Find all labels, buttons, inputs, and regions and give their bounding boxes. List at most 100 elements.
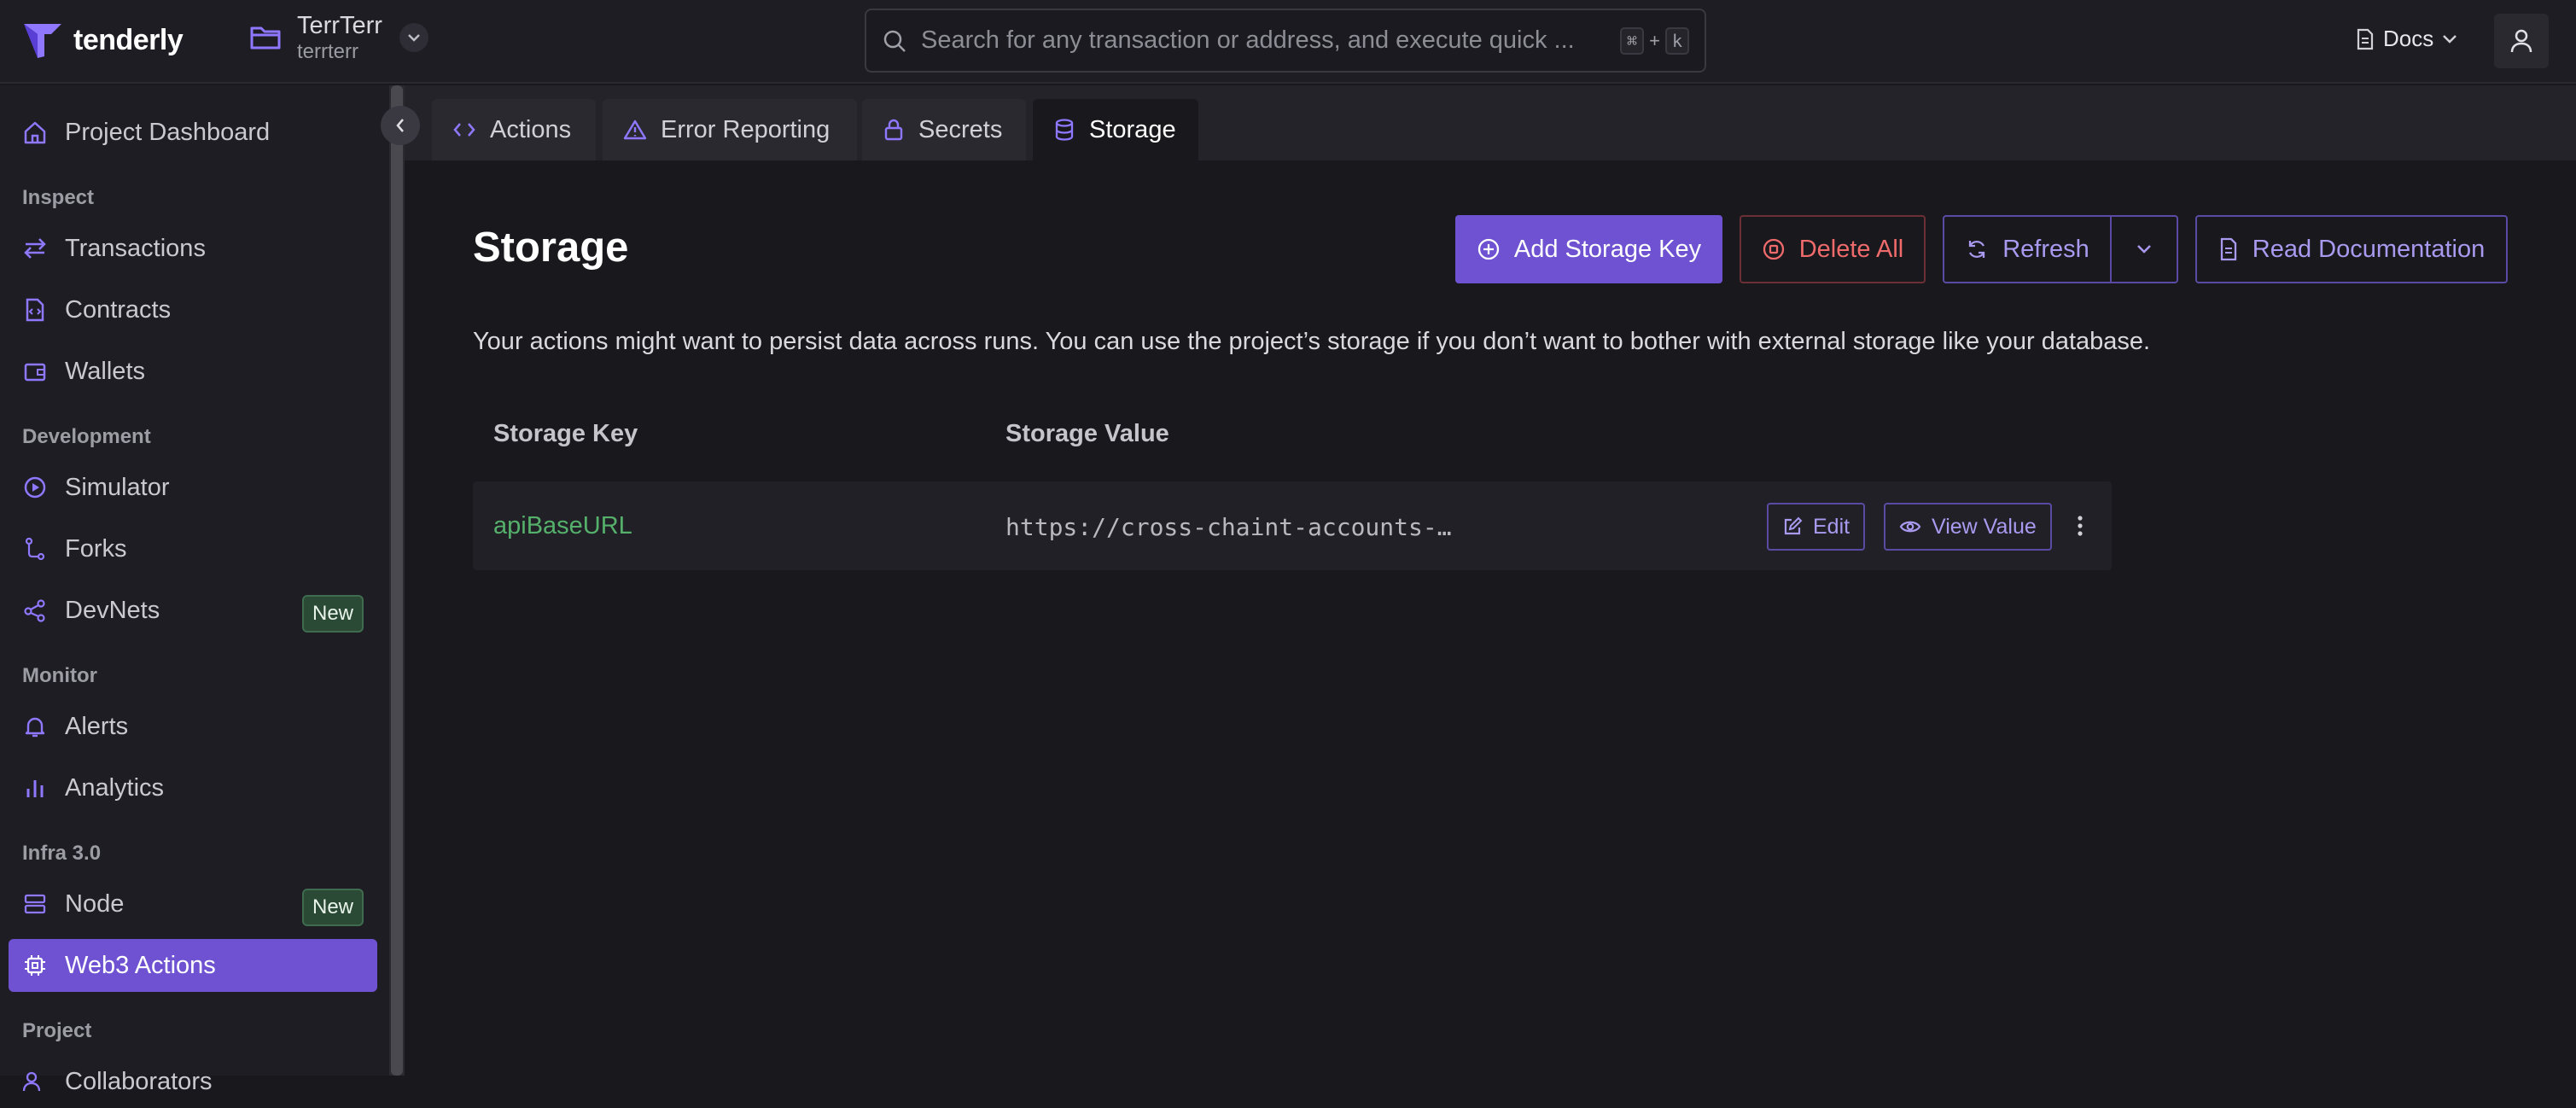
delete-all-label: Delete All (1798, 235, 1904, 263)
section-project: Project (22, 1019, 92, 1042)
docs-menu[interactable]: Docs (2356, 26, 2457, 52)
user-menu-button[interactable] (2494, 14, 2549, 68)
git-fork-icon (25, 537, 45, 561)
top-bar: tenderly TerrTerr terrterr Search for an… (0, 0, 2576, 84)
sidebar-item-web3-actions[interactable]: Web3 Actions (9, 939, 377, 992)
bell-icon (25, 717, 45, 738)
section-inspect: Inspect (22, 186, 95, 209)
tab-error-reporting[interactable]: Error Reporting (603, 99, 857, 160)
document-icon (2357, 28, 2374, 50)
edit-button[interactable]: Edit (1767, 503, 1866, 551)
refresh-options-button[interactable] (2110, 215, 2178, 283)
tab-storage[interactable]: Storage (1033, 99, 1198, 160)
page-description: Your actions might want to persist data … (473, 328, 2151, 355)
refresh-button[interactable]: Refresh (1943, 215, 2112, 283)
edit-label: Edit (1813, 514, 1850, 539)
new-badge: New (301, 595, 364, 633)
transfer-arrows-icon (24, 238, 46, 259)
search-input[interactable]: Search for any transaction or address, a… (865, 9, 1706, 73)
tab-secrets[interactable]: Secrets (862, 99, 1026, 160)
network-nodes-icon (24, 599, 45, 622)
new-badge: New (301, 889, 364, 926)
sidebar-scrollbar-thumb[interactable] (391, 85, 403, 1076)
sidebar-item-analytics[interactable]: Analytics (9, 761, 377, 814)
shortcut-plus: + (1649, 29, 1660, 51)
chevron-down-icon (2137, 245, 2151, 254)
section-infra: Infra 3.0 (22, 842, 102, 865)
chevron-down-icon[interactable] (399, 23, 428, 53)
server-icon (24, 894, 46, 914)
lock-icon (884, 119, 903, 141)
tab-actions[interactable]: Actions (432, 99, 596, 160)
refresh-icon (1969, 240, 1985, 259)
sidebar-item-simulator[interactable]: Simulator (9, 461, 377, 514)
sidebar-item-label: Project Dashboard (65, 118, 271, 146)
sidebar-item-alerts[interactable]: Alerts (9, 700, 377, 753)
code-brackets-icon (453, 123, 475, 137)
sidebar-item-label: Analytics (65, 773, 165, 802)
sidebar-item-label: Contracts (65, 295, 172, 324)
contract-file-icon (26, 298, 44, 322)
sidebar-item-forks[interactable]: Forks (9, 522, 377, 575)
page-title: Storage (473, 225, 629, 271)
search-placeholder: Search for any transaction or address, a… (921, 26, 1575, 54)
delete-all-button[interactable]: Delete All (1740, 215, 1926, 283)
search-icon (883, 30, 906, 52)
refresh-label: Refresh (2002, 235, 2089, 263)
sidebar-item-contracts[interactable]: Contracts (9, 283, 377, 336)
tenderly-logo[interactable]: tenderly (22, 20, 184, 60)
users-icon (22, 1071, 41, 1092)
column-header-storage-value: Storage Value (1005, 420, 1169, 447)
sidebar-item-transactions[interactable]: Transactions (9, 222, 377, 275)
project-slug: terrterr (297, 40, 358, 64)
shortcut-k-key: k (1664, 26, 1689, 55)
view-value-label: View Value (1932, 514, 2037, 539)
edit-icon (1784, 516, 1803, 535)
wallet-icon (24, 363, 46, 382)
read-documentation-label: Read Documentation (2252, 235, 2486, 263)
storage-value-cell: https://cross-chaint-accounts-… (1005, 513, 1452, 541)
chevron-left-icon (396, 119, 404, 132)
read-documentation-button[interactable]: Read Documentation (2195, 215, 2508, 283)
tab-label: Storage (1089, 115, 1176, 143)
add-storage-key-label: Add Storage Key (1513, 235, 1702, 263)
plus-circle-icon (1477, 238, 1500, 260)
sidebar-item-collaborators[interactable]: Collaborators (9, 1055, 377, 1108)
sidebar-item-label: Wallets (65, 357, 145, 385)
sidebar-item-label: Web3 Actions (65, 951, 216, 979)
sidebar-item-devnets[interactable]: DevNets New (9, 584, 377, 637)
add-storage-key-button[interactable]: Add Storage Key (1455, 215, 1722, 283)
section-development: Development (22, 425, 151, 448)
sidebar-item-project-dashboard[interactable]: Project Dashboard (9, 106, 377, 159)
user-icon (2510, 29, 2532, 53)
sidebar-item-label: Node (65, 889, 125, 918)
sidebar-item-label: DevNets (65, 596, 160, 624)
bar-chart-icon (26, 780, 44, 797)
sidebar-item-label: Transactions (65, 234, 206, 262)
sidebar-item-node[interactable]: Node New (9, 878, 377, 930)
sidebar-item-wallets[interactable]: Wallets (9, 345, 377, 398)
tab-label: Secrets (918, 115, 1003, 143)
folder-icon (250, 26, 281, 50)
project-switcher[interactable]: TerrTerr terrterr (249, 12, 428, 64)
sidebar-item-label: Alerts (65, 712, 129, 740)
more-options-icon[interactable] (2067, 509, 2093, 543)
home-icon (24, 121, 46, 144)
tab-label: Error Reporting (661, 115, 830, 143)
search-shortcut: ⌘ + k (1620, 26, 1689, 55)
stop-circle-icon (1763, 238, 1784, 260)
storage-key-cell[interactable]: apiBaseURL (493, 512, 632, 540)
section-monitor: Monitor (22, 664, 97, 687)
logo-text: tenderly (73, 23, 184, 56)
project-name: TerrTerr (297, 12, 382, 39)
sidebar-item-label: Forks (65, 534, 127, 563)
sidebar-item-label: Simulator (65, 473, 170, 501)
view-value-button[interactable]: View Value (1884, 503, 2052, 551)
database-icon (1055, 119, 1074, 141)
play-circle-icon (24, 476, 46, 499)
sidebar-item-label: Collaborators (65, 1067, 213, 1095)
collapse-sidebar-button[interactable] (381, 106, 420, 145)
chevron-down-icon (2443, 34, 2457, 44)
warning-triangle-icon (623, 120, 647, 140)
document-icon (2220, 237, 2236, 261)
